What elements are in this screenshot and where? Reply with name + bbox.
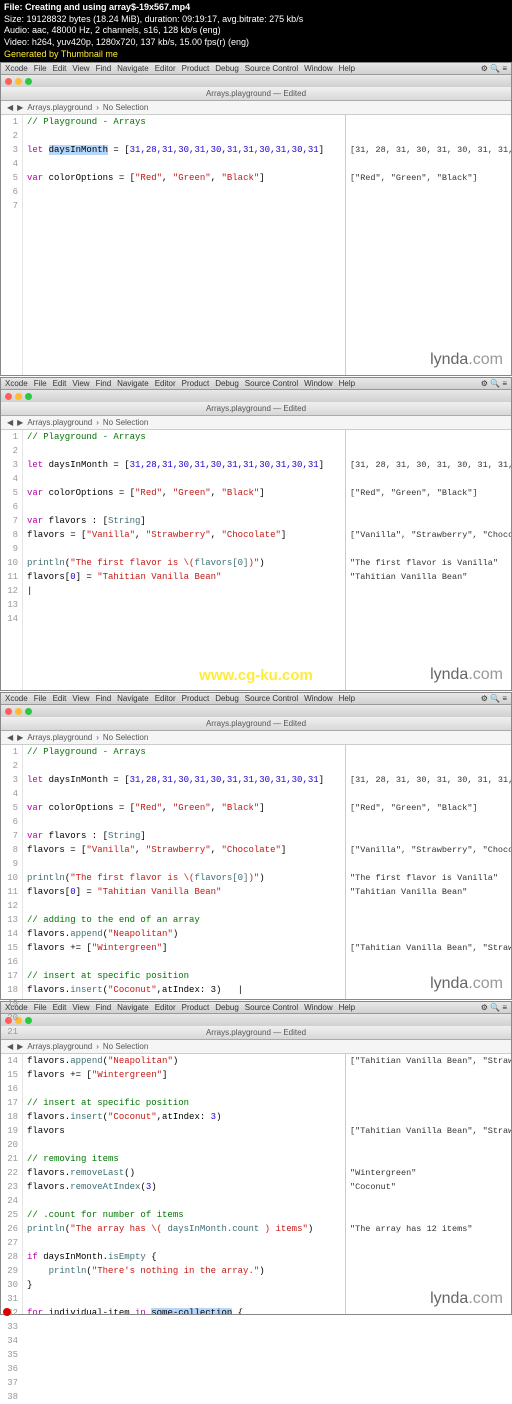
size-line: Size: 19128832 bytes (18.24 MiB), durati… — [4, 14, 508, 26]
lynda-watermark: lynda.com — [430, 351, 503, 369]
zoom-icon[interactable] — [25, 1017, 32, 1024]
lynda-watermark: lynda.com — [430, 666, 503, 684]
lynda-watermark: lynda.com — [430, 1290, 503, 1308]
thumbnail-pane-1: Xcode File Edit View Find Navigate Edito… — [0, 62, 512, 376]
menu-source-control[interactable]: Source Control — [245, 64, 298, 73]
menu-xcode[interactable]: Xcode — [5, 64, 28, 73]
menu-navigate[interactable]: Navigate — [117, 64, 149, 73]
file-info-header: File: Creating and using array$-19x567.m… — [0, 0, 512, 62]
menu-right-icons: ⚙ 🔍 ≡ — [481, 64, 507, 73]
line-gutter: 1415161718192021222324252627282930313233… — [1, 1054, 23, 1314]
results-sidebar: [31, 28, 31, 30, 31, 30, 31, 31, 30… ["R… — [345, 430, 511, 690]
zoom-icon[interactable] — [25, 708, 32, 715]
breadcrumb-file[interactable]: Arrays.playground — [27, 103, 92, 112]
xcode-menu-bar: XcodeFileEditViewFindNavigateEditorProdu… — [1, 378, 511, 390]
minimize-icon[interactable] — [15, 708, 22, 715]
menu-debug[interactable]: Debug — [215, 64, 239, 73]
code-editor[interactable]: // Playground - Arrays let daysInMonth =… — [23, 430, 345, 690]
lynda-watermark: lynda.com — [430, 975, 503, 993]
menu-help[interactable]: Help — [339, 64, 355, 73]
close-icon[interactable] — [5, 78, 12, 85]
menu-find[interactable]: Find — [96, 64, 112, 73]
menu-file[interactable]: File — [34, 64, 47, 73]
file-line: File: Creating and using array$-19x567.m… — [4, 2, 508, 14]
code-editor[interactable]: flavors.append("Neapolitan") flavors += … — [23, 1054, 345, 1314]
results-sidebar: ["Tahitian Vanilla Bean", "Strawberr… ["… — [345, 1054, 511, 1314]
close-icon[interactable] — [5, 708, 12, 715]
window-chrome — [1, 75, 511, 87]
menu-window[interactable]: Window — [304, 64, 332, 73]
line-gutter: 123456789101112131415161718192021 — [1, 745, 23, 999]
code-editor[interactable]: // Playground - Arrays let daysInMonth =… — [23, 745, 345, 999]
menu-editor[interactable]: Editor — [155, 64, 176, 73]
thumbnail-pane-3: XcodeFileEditViewFindNavigateEditorProdu… — [0, 692, 512, 1000]
thumbnail-pane-2: XcodeFileEditViewFindNavigateEditorProdu… — [0, 377, 512, 691]
menu-view[interactable]: View — [72, 64, 89, 73]
zoom-icon[interactable] — [25, 393, 32, 400]
video-line: Video: h264, yuv420p, 1280x720, 137 kb/s… — [4, 37, 508, 49]
minimize-icon[interactable] — [15, 393, 22, 400]
zoom-icon[interactable] — [25, 78, 32, 85]
results-sidebar: [31, 28, 31, 30, 31, 30, 31, 31, 30… ["R… — [345, 115, 511, 375]
results-sidebar: [31, 28, 31, 30, 31, 30, 31, 31, 30… ["R… — [345, 745, 511, 999]
menu-edit[interactable]: Edit — [53, 64, 67, 73]
breadcrumb[interactable]: ◀ ▶ Arrays.playground › No Selection — [1, 101, 511, 115]
line-gutter: 1234567891011121314 — [1, 430, 23, 690]
menu-product[interactable]: Product — [182, 64, 210, 73]
thumbnail-pane-4: XcodeFileEditViewFindNavigateEditorProdu… — [0, 1001, 512, 1315]
code-editor[interactable]: // Playground - Arrays let daysInMonth =… — [23, 115, 345, 375]
generated-line: Generated by Thumbnail me — [4, 49, 508, 61]
minimize-icon[interactable] — [15, 78, 22, 85]
window-title: Arrays.playground — Edited — [1, 87, 511, 101]
line-gutter: 1234567 — [1, 115, 23, 375]
breadcrumb-selection: No Selection — [103, 103, 148, 112]
breadcrumb[interactable]: ◀▶Arrays.playground›No Selection — [1, 416, 511, 430]
xcode-menu-bar: Xcode File Edit View Find Navigate Edito… — [1, 63, 511, 75]
overlay-url: www.cg-ku.com — [199, 667, 313, 684]
nav-back-icon[interactable]: ◀ — [7, 103, 13, 112]
audio-line: Audio: aac, 48000 Hz, 2 channels, s16, 1… — [4, 25, 508, 37]
nav-fwd-icon[interactable]: ▶ — [17, 103, 23, 112]
close-icon[interactable] — [5, 393, 12, 400]
